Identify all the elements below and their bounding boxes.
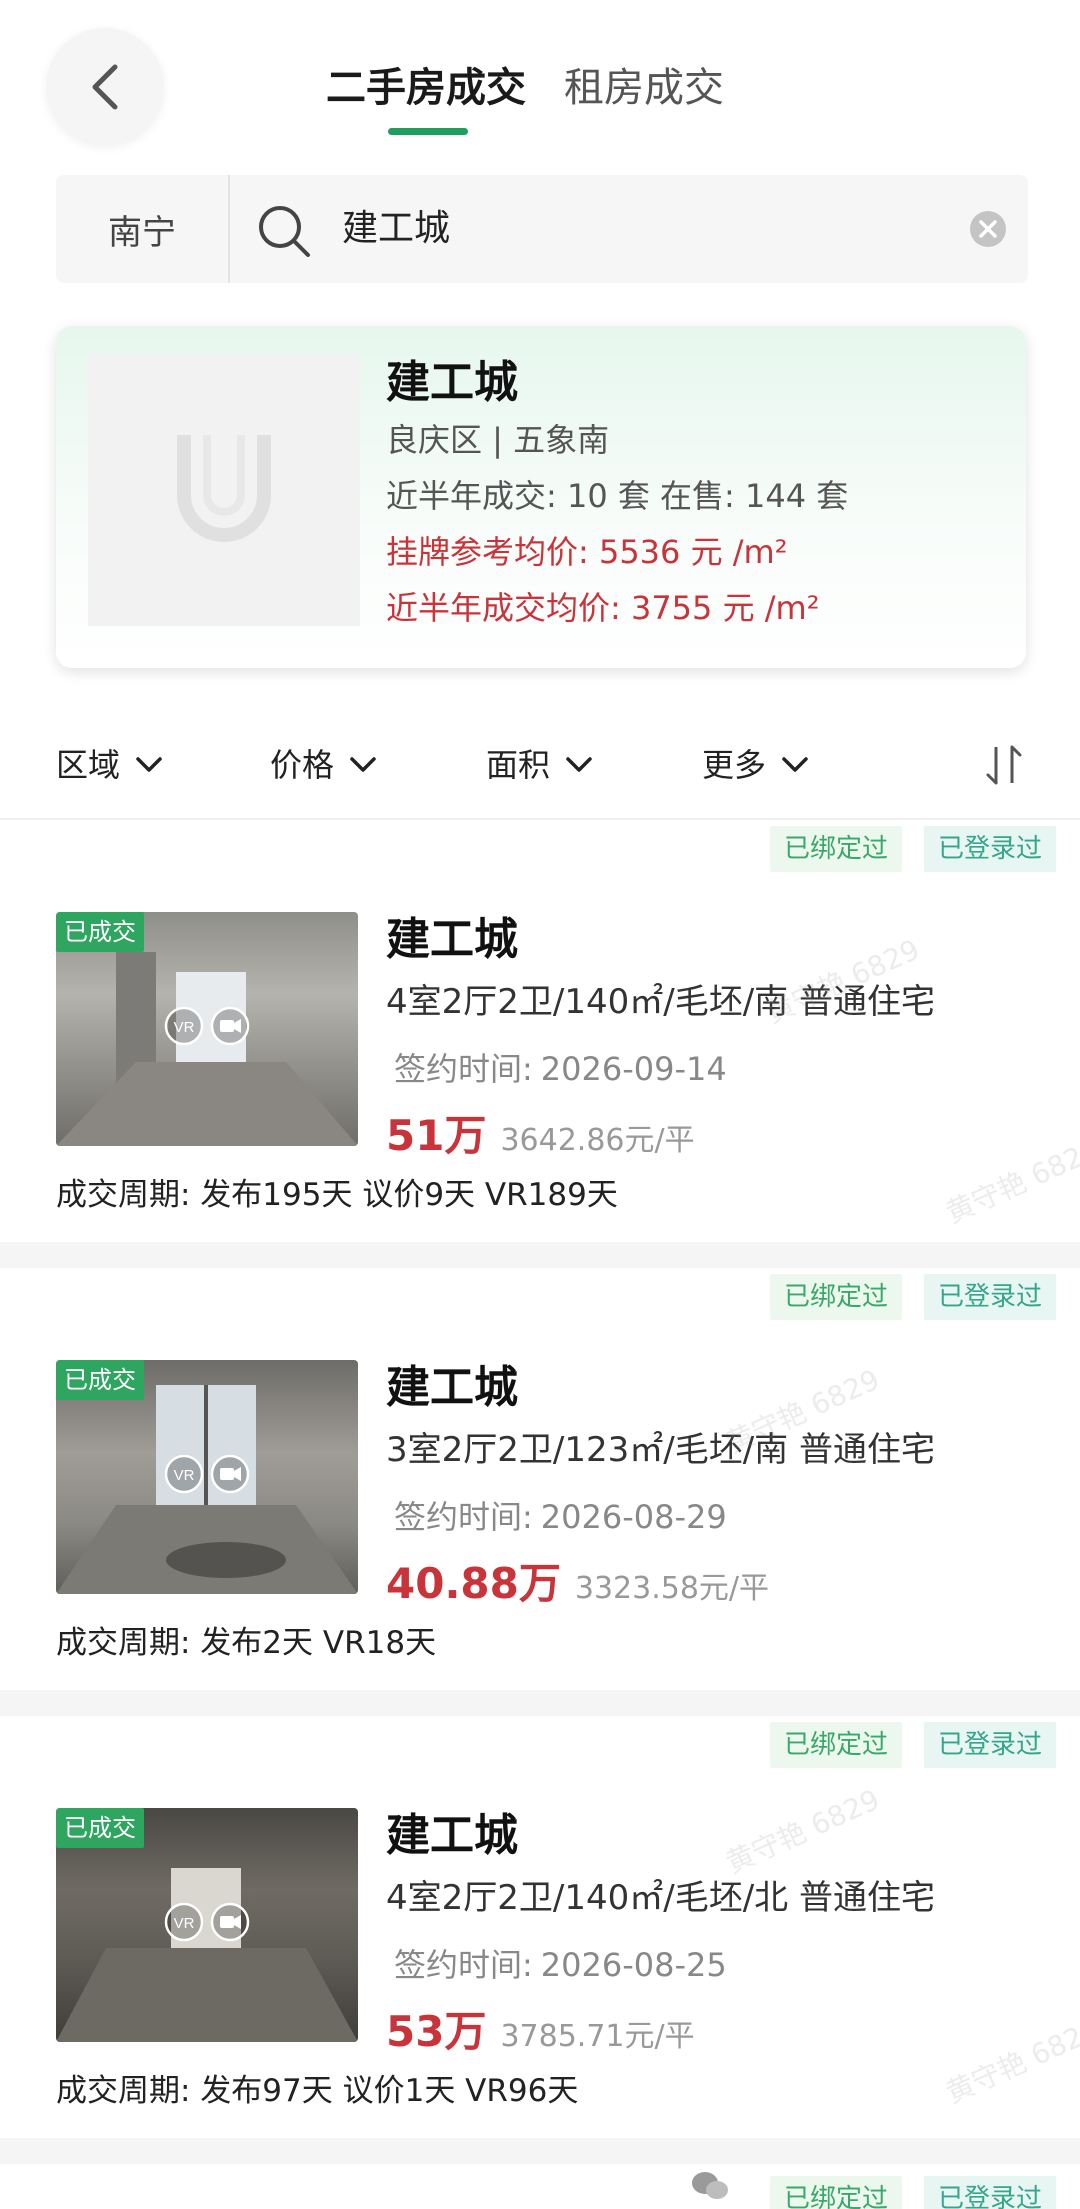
media-icons: VR xyxy=(164,1902,250,1942)
bound-tag: 已绑定过 xyxy=(769,1274,902,1320)
deal-average-price: 近半年成交均价: 3755 元 /m² xyxy=(386,589,820,627)
sign-date-value: 2026-09-14 xyxy=(540,1050,727,1088)
bound-tag: 已绑定过 xyxy=(769,2176,902,2209)
listing-price: 51万 3642.86元/平 xyxy=(386,1106,695,1171)
listing-title: 建工城 xyxy=(386,1362,518,1413)
listing-card[interactable]: 已绑定过 已登录过 已成交 VR 建工城 4室2厅2卫/140㎡/毛坯/北 普通… xyxy=(0,1722,1080,2132)
registered-tag: 已登录过 xyxy=(923,1274,1056,1320)
sign-date-label: 签约时间: xyxy=(394,1050,533,1088)
listing-specs: 4室2厅2卫/140㎡/毛坯/北 普通住宅 xyxy=(386,1878,935,1918)
sign-date-label: 签约时间: xyxy=(394,1498,533,1536)
community-location: 良庆区 | 五象南 xyxy=(386,421,610,459)
total-price: 40.88万 xyxy=(386,1559,561,1608)
sign-date-value: 2026-08-29 xyxy=(540,1498,727,1536)
search-icon xyxy=(259,206,310,257)
registered-tag: 已登录过 xyxy=(923,2176,1056,2209)
chevron-down-icon xyxy=(136,757,162,772)
unit-price: 3323.58元/平 xyxy=(574,1571,770,1606)
listing-card[interactable]: 已绑定过 已登录过 已成交 VR 建工城 4室2厅2卫/140㎡/毛坯/南 普通… xyxy=(0,826,1080,1236)
deal-cycle: 成交周期: 发布2天 VR18天 xyxy=(56,1625,437,1661)
sold-badge: 已成交 xyxy=(56,1360,144,1400)
listing-card-partial[interactable]: 已绑定过 已登录过 xyxy=(0,2170,1080,2209)
unit-price: 3785.71元/平 xyxy=(500,2019,695,2054)
section-divider xyxy=(0,2138,1080,2164)
media-icons: VR xyxy=(164,1454,250,1494)
filter-price[interactable]: 价格 xyxy=(270,735,378,795)
deal-cycle: 成交周期: 发布97天 议价1天 VR96天 xyxy=(56,2073,579,2109)
filter-bar: 区域 价格 面积 更多 xyxy=(56,735,1026,795)
sign-date: 签约时间: 2026-08-25 xyxy=(394,1940,727,1990)
listing-price: 40.88万 3323.58元/平 xyxy=(386,1554,769,1619)
listing-average-price: 挂牌参考均价: 5536 元 /m² xyxy=(386,533,788,571)
wechat-icon xyxy=(692,2172,728,2199)
tab-bar: 二手房成交 租房成交 xyxy=(326,58,724,118)
wechat-watermark xyxy=(690,2170,730,2202)
filter-label: 价格 xyxy=(270,746,335,784)
active-tab-indicator xyxy=(388,128,468,135)
bound-tag: 已绑定过 xyxy=(769,1722,902,1768)
back-button[interactable] xyxy=(46,28,164,146)
vr-icon: VR xyxy=(164,1006,204,1046)
listing-price: 53万 3785.71元/平 xyxy=(386,2002,695,2067)
video-icon xyxy=(210,1454,250,1494)
search-input[interactable]: 建工城 xyxy=(342,199,450,259)
svg-text:VR: VR xyxy=(174,1915,195,1932)
listing-photo[interactable]: 已成交 VR xyxy=(56,912,358,1146)
section-divider xyxy=(0,1242,1080,1268)
vr-icon: VR xyxy=(164,1454,204,1494)
filter-more[interactable]: 更多 xyxy=(702,735,810,795)
sign-date: 签约时间: 2026-08-29 xyxy=(394,1492,727,1542)
bound-tag: 已绑定过 xyxy=(769,826,902,872)
registered-tag: 已登录过 xyxy=(923,1722,1056,1768)
community-name: 建工城 xyxy=(386,357,518,408)
community-recent-stats: 近半年成交: 10 套 在售: 144 套 xyxy=(386,477,849,515)
deal-cycle: 成交周期: 发布195天 议价9天 VR189天 xyxy=(56,1177,618,1213)
vr-icon: VR xyxy=(164,1902,204,1942)
listing-title: 建工城 xyxy=(386,1810,518,1861)
filter-label: 区域 xyxy=(56,746,121,784)
sold-badge: 已成交 xyxy=(56,1808,144,1848)
sold-badge: 已成交 xyxy=(56,912,144,952)
chevron-down-icon xyxy=(350,757,376,772)
sign-date: 签约时间: 2026-09-14 xyxy=(394,1044,727,1094)
filter-label: 面积 xyxy=(486,746,551,784)
filter-label: 更多 xyxy=(702,746,767,784)
listing-photo[interactable]: 已成交 VR xyxy=(56,1360,358,1594)
sign-date-label: 签约时间: xyxy=(394,1946,533,1984)
divider xyxy=(0,818,1080,820)
video-icon xyxy=(210,1902,250,1942)
city-selector[interactable]: 南宁 xyxy=(56,175,230,283)
section-divider xyxy=(0,1690,1080,1716)
community-card[interactable]: 建工城 良庆区 | 五象南 近半年成交: 10 套 在售: 144 套 挂牌参考… xyxy=(56,326,1026,668)
listing-card[interactable]: 已绑定过 已登录过 已成交 VR 建工城 3室2厅2卫/123㎡/毛坯/南 普通… xyxy=(0,1274,1080,1684)
search-bar: 南宁 建工城 xyxy=(56,175,1028,283)
listing-title: 建工城 xyxy=(386,914,518,965)
community-image-placeholder xyxy=(88,354,360,626)
tab-rental-deals[interactable]: 租房成交 xyxy=(564,58,724,118)
svg-text:VR: VR xyxy=(174,1019,195,1036)
listing-specs: 3室2厅2卫/123㎡/毛坯/南 普通住宅 xyxy=(386,1430,935,1470)
filter-region[interactable]: 区域 xyxy=(56,735,164,795)
listing-photo[interactable]: 已成交 VR xyxy=(56,1808,358,2042)
chevron-left-icon xyxy=(92,64,118,110)
clear-icon[interactable] xyxy=(968,209,1008,249)
tab-secondhand-deals[interactable]: 二手房成交 xyxy=(326,58,526,118)
registered-tag: 已登录过 xyxy=(923,826,1056,872)
logo-icon xyxy=(177,435,271,542)
media-icons: VR xyxy=(164,1006,250,1046)
community-info: 建工城 良庆区 | 五象南 近半年成交: 10 套 在售: 144 套 挂牌参考… xyxy=(386,354,848,636)
total-price: 51万 xyxy=(386,1111,487,1160)
sign-date-value: 2026-08-25 xyxy=(540,1946,727,1984)
chevron-down-icon xyxy=(782,757,808,772)
chevron-down-icon xyxy=(566,757,592,772)
video-icon xyxy=(210,1006,250,1046)
total-price: 53万 xyxy=(386,2007,487,2056)
sort-icon[interactable] xyxy=(982,741,1026,789)
unit-price: 3642.86元/平 xyxy=(500,1123,695,1158)
svg-text:VR: VR xyxy=(174,1467,195,1484)
filter-area[interactable]: 面积 xyxy=(486,735,594,795)
